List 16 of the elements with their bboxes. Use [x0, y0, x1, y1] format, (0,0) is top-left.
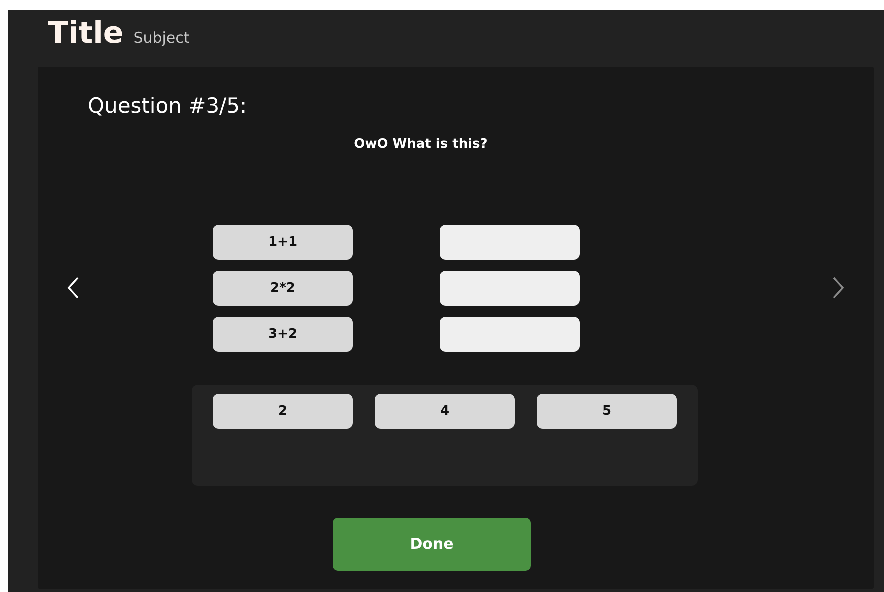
drop-slot[interactable] [440, 316, 580, 352]
done-button[interactable]: Done [333, 518, 531, 571]
term-tile[interactable]: 2*2 [213, 270, 353, 306]
chevron-left-icon [65, 276, 81, 300]
answer-tile[interactable]: 2 [213, 394, 353, 429]
subject-label: Subject [134, 28, 190, 49]
question-heading: Question #3/5: [87, 93, 248, 120]
drop-slot[interactable] [440, 270, 580, 306]
app-title: Title [48, 16, 124, 52]
drop-slot[interactable] [440, 224, 580, 260]
question-prompt: OwO What is this? [354, 137, 488, 152]
answer-tile[interactable]: 4 [375, 394, 515, 429]
chevron-right-icon [831, 276, 847, 300]
term-tile[interactable]: 1+1 [213, 224, 353, 260]
term-tile[interactable]: 3+2 [213, 316, 353, 352]
answer-tile[interactable]: 5 [537, 394, 677, 429]
